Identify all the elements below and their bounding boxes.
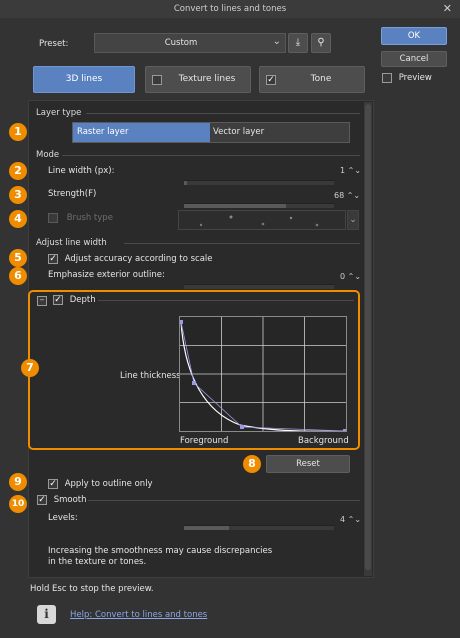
levels-slider[interactable] [184,525,334,530]
cancel-button[interactable]: Cancel [381,51,447,67]
callout-badge-7: 7 [21,359,39,377]
strength-value: 68 [334,191,345,200]
brush-dots-graphic [199,215,319,227]
collapse-icon[interactable]: – [37,296,47,306]
brush-type-label: Brush type [66,213,113,223]
esc-hint: Hold Esc to stop the preview. [30,584,154,594]
strength-stepper[interactable]: 68 ⌃⌄ [334,191,360,200]
smooth-label: Smooth [53,495,87,505]
adjust-scale-label: Adjust accuracy according to scale [64,254,213,264]
preset-value: Custom [164,38,198,48]
preview-checkbox[interactable] [382,73,392,83]
adjust-line-width-header: Adjust line width [36,238,107,248]
levels-slider-fill [184,526,229,530]
search-preset-icon[interactable]: ⚲ [311,33,331,53]
depth-curve-graph[interactable] [179,316,347,433]
strength-slider-fill [184,204,286,208]
info-icon: i [37,605,56,624]
apply-outline-checkbox[interactable]: ✓ [48,479,58,489]
callout-badge-8: 8 [243,455,261,473]
smooth-note-line1: Increasing the smoothness may cause disc… [48,546,273,556]
apply-outline-row[interactable]: ✓ Apply to outline only [48,479,153,490]
preview-toggle[interactable]: Preview [382,73,432,84]
strength-label: Strength(F) [48,189,97,199]
scrollbar[interactable] [364,102,372,576]
layer-type-header: Layer type [36,108,82,118]
window-title: Convert to lines and tones [173,4,287,14]
brush-type-checkbox[interactable] [48,213,58,223]
texture-lines-checkbox[interactable] [152,75,162,85]
levels-value: 4 [340,515,346,524]
raster-layer-option[interactable]: Raster layer [73,123,210,142]
emphasize-slider[interactable] [184,284,334,289]
tab-texture-lines-label: Texture lines [178,74,236,84]
title-bar: Convert to lines and tones ✕ [0,0,460,19]
callout-badge-5: 5 [9,249,27,267]
emphasize-label: Emphasize exterior outline: [48,270,165,280]
depth-row[interactable]: ✓ Depth [53,295,96,306]
callout-badge-10: 10 [9,495,27,513]
strength-slider[interactable] [184,203,334,208]
layer-type-segmented: Raster layer Vector layer [72,122,350,143]
divider [88,500,360,501]
graph-x-right-label: Background [298,436,349,446]
brush-type-row: Brush type [48,213,113,224]
help-link[interactable]: Help: Convert to lines and tones [70,610,207,620]
graph-x-left-label: Foreground [180,436,229,446]
depth-label: Depth [69,295,96,305]
tone-checkbox[interactable]: ✓ [266,75,276,85]
mode-header: Mode [36,150,60,160]
callout-badge-6: 6 [9,267,27,285]
divider [62,155,360,156]
adjust-scale-row[interactable]: ✓ Adjust accuracy according to scale [48,254,213,265]
vector-layer-option[interactable]: Vector layer [211,123,349,142]
levels-label: Levels: [48,513,78,523]
callout-badge-3: 3 [9,186,27,204]
line-width-slider[interactable] [184,180,334,185]
smooth-checkbox[interactable]: ✓ [37,495,47,505]
callout-badge-2: 2 [9,162,27,180]
tab-tone[interactable]: ✓ Tone [259,66,365,93]
preset-select[interactable]: Custom ⌄ [94,33,286,53]
chevron-down-icon: ⌄ [272,36,281,47]
tab-tone-label: Tone [310,74,332,84]
apply-outline-label: Apply to outline only [64,479,153,489]
callout-badge-4: 4 [9,210,27,228]
line-width-stepper[interactable]: 1 ⌃⌄ [340,166,361,175]
emphasize-value: 0 [340,272,346,281]
reset-button[interactable]: Reset [266,455,350,473]
close-icon[interactable]: ✕ [443,2,452,15]
ok-button[interactable]: OK [381,27,447,45]
save-preset-icon[interactable]: ⤓ [288,33,308,53]
preview-label: Preview [398,73,432,83]
smooth-note-line2: in the texture or tones. [48,557,147,567]
brush-tip-preview[interactable] [178,210,346,230]
adjust-scale-checkbox[interactable]: ✓ [48,254,58,264]
depth-curve-svg [179,317,347,433]
depth-checkbox[interactable]: ✓ [53,295,63,305]
tab-3d-lines[interactable]: 3D lines [33,66,135,93]
divider [98,300,354,301]
callout-badge-9: 9 [9,473,27,491]
callout-badge-1: 1 [9,123,27,141]
line-width-slider-fill [184,181,187,185]
graph-y-label: Line thickness [120,371,181,381]
preset-label: Preset: [39,39,69,49]
scrollbar-thumb[interactable] [365,104,371,570]
tab-texture-lines[interactable]: Texture lines [145,66,251,93]
divider [124,243,360,244]
divider [86,113,360,114]
smooth-row[interactable]: ✓ Smooth [37,495,87,506]
line-width-label: Line width (px): [48,166,115,176]
line-width-value: 1 [340,166,346,175]
levels-stepper[interactable]: 4 ⌃⌄ [340,515,361,524]
brush-dropdown-chevron-icon[interactable]: ⌄ [347,210,359,230]
emphasize-stepper[interactable]: 0 ⌃⌄ [340,272,361,281]
